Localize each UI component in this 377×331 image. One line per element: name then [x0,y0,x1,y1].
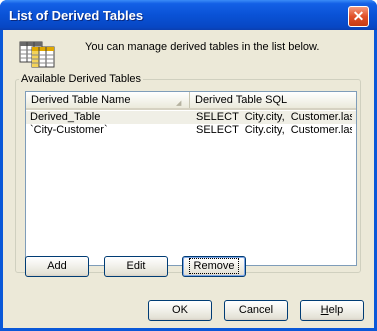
close-button[interactable]: ✕ [348,6,369,27]
help-mnemonic: H [320,304,329,316]
help-label-rest: elp [328,304,344,316]
derived-tables-icon [19,41,55,68]
remove-button-label: Remove [188,258,240,274]
close-icon: ✕ [352,8,365,24]
intro-text: You can manage derived tables in the lis… [85,41,320,53]
group-label: Available Derived Tables [19,73,144,85]
column-header-label: Derived Table Name [31,94,131,106]
remove-button[interactable]: Remove [182,256,246,277]
edit-button[interactable]: Edit [104,256,168,277]
table-row[interactable]: `City-Customer` SELECT City.city, Custom… [26,124,356,137]
cancel-button-label: Cancel [238,304,274,316]
cancel-button[interactable]: Cancel [224,300,288,321]
add-button[interactable]: Add [25,256,89,277]
column-header-sql[interactable]: Derived Table SQL [190,92,356,108]
dialog-window: List of Derived Tables ✕ You can manage … [0,0,377,331]
column-header-name[interactable]: Derived Table Name ◢ [26,92,190,108]
derived-table-sql: SELECT City.city, Customer.last_... [196,111,352,123]
table-row[interactable]: Derived_Table SELECT City.city, Customer… [26,111,356,124]
title-bar[interactable]: List of Derived Tables ✕ [0,0,377,30]
dialog-body: You can manage derived tables in the lis… [3,30,374,328]
ok-button-label: OK [172,304,188,316]
derived-tables-list[interactable]: Derived Table Name ◢ Derived Table SQL D… [25,91,357,266]
help-button-label: Help [317,303,348,317]
sort-indicator-icon: ◢ [176,100,182,107]
list-header: Derived Table Name ◢ Derived Table SQL [26,92,356,110]
derived-table-name: `City-Customer` [30,124,108,136]
edit-button-label: Edit [126,260,146,272]
derived-table-name: Derived_Table [30,111,101,123]
help-button[interactable]: Help [300,300,364,321]
add-button-label: Add [47,260,67,272]
ok-button[interactable]: OK [148,300,212,321]
window-title: List of Derived Tables [9,8,144,23]
derived-table-sql: SELECT City.city, Customer.last_... [196,124,352,136]
column-header-label: Derived Table SQL [195,94,288,106]
